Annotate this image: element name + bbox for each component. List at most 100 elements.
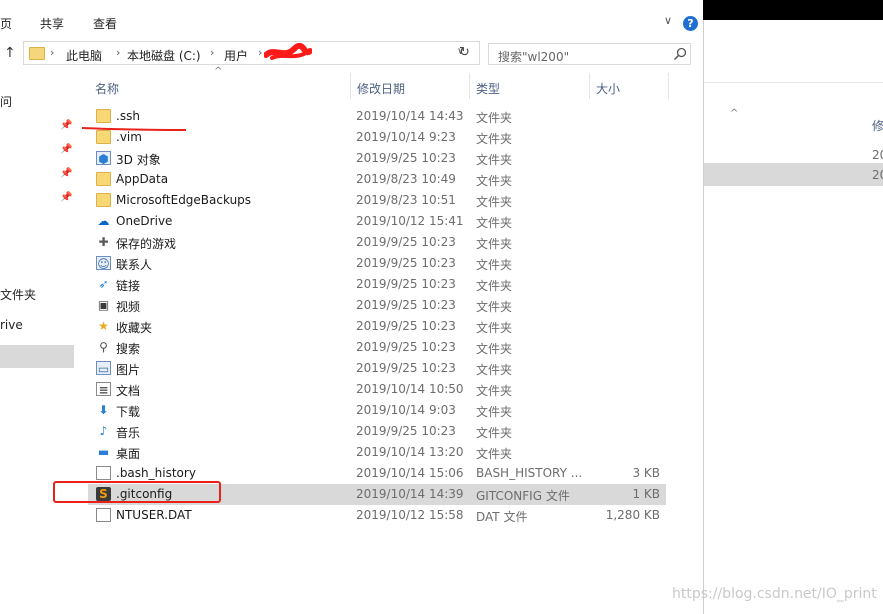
nav-item-folder[interactable]: 文件夹: [0, 286, 36, 303]
file-row[interactable]: ☺ 联系人 2019/9/25 10:23 文件夹: [88, 253, 666, 274]
file-row[interactable]: ☁ OneDrive 2019/10/12 15:41 文件夹: [88, 211, 666, 232]
breadcrumb-users[interactable]: 用户: [224, 47, 248, 64]
file-type: 文件夹: [476, 195, 513, 209]
pin-icon[interactable]: 📌: [60, 192, 72, 203]
search-placeholder: 搜索"wl200": [498, 50, 570, 64]
file-type: DAT 文件: [476, 510, 528, 524]
music-icon: ♪: [99, 424, 108, 438]
file-row[interactable]: AppData 2019/8/23 10:49 文件夹: [88, 169, 666, 190]
searches-icon: ⚲: [99, 340, 108, 354]
pin-icon[interactable]: 📌: [60, 120, 72, 131]
redaction-scribble: [264, 43, 312, 60]
chevron-right-icon[interactable]: ›: [116, 46, 120, 59]
file-row[interactable]: ✚ 保存的游戏 2019/9/25 10:23 文件夹: [88, 232, 666, 253]
folder-icon: [29, 47, 45, 60]
file-size: 1 KB: [632, 487, 660, 501]
tab-share[interactable]: 共享: [40, 15, 64, 32]
ribbon-collapse-icon[interactable]: ∨: [664, 14, 672, 27]
file-row[interactable]: NTUSER.DAT 2019/10/12 15:58 DAT 文件 1,280 KB: [88, 505, 666, 526]
folder-icon: [96, 172, 111, 186]
documents-icon: ≡: [96, 382, 111, 397]
sort-ascending-icon: ^: [214, 66, 223, 77]
file-row[interactable]: MicrosoftEdgeBackups 2019/8/23 10:51 文件夹: [88, 190, 666, 211]
column-header-size[interactable]: 大小: [596, 80, 620, 97]
navigation-pane: 问 📌 📌 📌 📌 文件夹 rive: [0, 70, 75, 614]
file-modified-date: 2019/9/25 10:23: [356, 235, 456, 249]
file-row[interactable]: ▬ 桌面 2019/10/14 13:20 文件夹: [88, 442, 666, 463]
file-row[interactable]: ⬇ 下载 2019/10/14 9:03 文件夹: [88, 400, 666, 421]
file-name: .ssh: [116, 109, 140, 123]
file-row[interactable]: ➶ 链接 2019/9/25 10:23 文件夹: [88, 274, 666, 295]
column-header-type[interactable]: 类型: [476, 80, 500, 97]
up-arrow-icon[interactable]: ↑: [4, 45, 16, 61]
chevron-right-icon[interactable]: ›: [210, 46, 214, 59]
file-type: 文件夹: [476, 216, 513, 230]
address-bar[interactable]: › 此电脑 › 本地磁盘 (C:) › 用户 › ∨: [23, 41, 480, 65]
breadcrumb-local-disk[interactable]: 本地磁盘 (C:): [127, 47, 201, 64]
file-type: 文件夹: [476, 300, 513, 314]
breadcrumb-this-pc[interactable]: 此电脑: [66, 47, 102, 64]
divider: [479, 42, 480, 64]
file-type: 文件夹: [476, 363, 513, 377]
tab-view[interactable]: 查看: [93, 15, 117, 32]
search-input[interactable]: 搜索"wl200": [488, 43, 691, 65]
tab-home[interactable]: 页: [0, 15, 12, 32]
file-modified-date: 2019/9/25 10:23: [356, 298, 456, 312]
annotation-box: [53, 481, 221, 503]
column-divider[interactable]: [668, 73, 669, 99]
background-window: ^ 修 20 20: [703, 20, 883, 614]
row-date: 20: [872, 148, 883, 162]
file-name: 文档: [116, 384, 141, 398]
chevron-right-icon[interactable]: ›: [258, 46, 262, 59]
file-name: 收藏夹: [116, 321, 153, 335]
row-date: 20: [872, 168, 883, 182]
file-modified-date: 2019/10/14 13:20: [356, 445, 464, 459]
file-row[interactable]: ▣ 视频 2019/9/25 10:23 文件夹: [88, 295, 666, 316]
file-type: 文件夹: [476, 342, 513, 356]
file-row[interactable]: ♪ 音乐 2019/9/25 10:23 文件夹: [88, 421, 666, 442]
file-name: 3D 对象: [116, 153, 161, 167]
selected-row[interactable]: [704, 163, 883, 186]
file-modified-date: 2019/10/14 15:06: [356, 466, 464, 480]
column-divider[interactable]: [589, 73, 590, 99]
file-row[interactable]: ★ 收藏夹 2019/9/25 10:23 文件夹: [88, 316, 666, 337]
file-row[interactable]: ▭ 图片 2019/9/25 10:23 文件夹: [88, 358, 666, 379]
favorites-icon: ★: [98, 319, 109, 333]
file-row[interactable]: ≡ 文档 2019/10/14 10:50 文件夹: [88, 379, 666, 400]
onedrive-icon: ☁: [97, 214, 110, 228]
help-icon[interactable]: ?: [683, 16, 698, 31]
file-type: 文件夹: [476, 132, 513, 146]
watermark: https://blog.csdn.net/IO_print: [672, 586, 877, 602]
file-type: 文件夹: [476, 153, 513, 167]
column-header-name[interactable]: 名称: [95, 80, 119, 97]
pin-icon[interactable]: 📌: [60, 144, 72, 155]
chevron-right-icon[interactable]: ›: [50, 46, 54, 59]
nav-item-onedrive[interactable]: rive: [0, 318, 23, 332]
file-type: BASH_HISTORY ...: [476, 466, 583, 480]
search-icon[interactable]: [672, 46, 688, 62]
nav-item-selected[interactable]: [0, 345, 74, 368]
column-divider[interactable]: [350, 73, 351, 99]
file-modified-date: 2019/9/25 10:23: [356, 256, 456, 270]
column-divider[interactable]: [469, 73, 470, 99]
file-row[interactable]: ⚲ 搜索 2019/9/25 10:23 文件夹: [88, 337, 666, 358]
nav-item-quick-access[interactable]: 问: [0, 93, 12, 110]
file-size: 3 KB: [632, 466, 660, 480]
pictures-icon: ▭: [96, 361, 111, 376]
file-modified-date: 2019/9/25 10:23: [356, 340, 456, 354]
pin-icon[interactable]: 📌: [60, 168, 72, 179]
refresh-icon[interactable]: ↻: [459, 45, 470, 60]
file-modified-date: 2019/9/25 10:23: [356, 277, 456, 291]
folder-icon: [96, 193, 111, 207]
file-modified-date: 2019/9/25 10:23: [356, 151, 456, 165]
file-name: 下载: [116, 405, 141, 419]
column-header-date[interactable]: 修改日期: [357, 80, 405, 97]
column-header-date[interactable]: 修: [872, 117, 883, 134]
file-type: 文件夹: [476, 174, 513, 188]
saved-games-icon: ✚: [98, 235, 109, 249]
file-modified-date: 2019/10/14 14:39: [356, 487, 464, 501]
file-row[interactable]: ⬢ 3D 对象 2019/9/25 10:23 文件夹: [88, 148, 666, 169]
file-modified-date: 2019/8/23 10:51: [356, 193, 456, 207]
file-name: .bash_history: [116, 466, 196, 480]
file-type: 文件夹: [476, 237, 513, 251]
